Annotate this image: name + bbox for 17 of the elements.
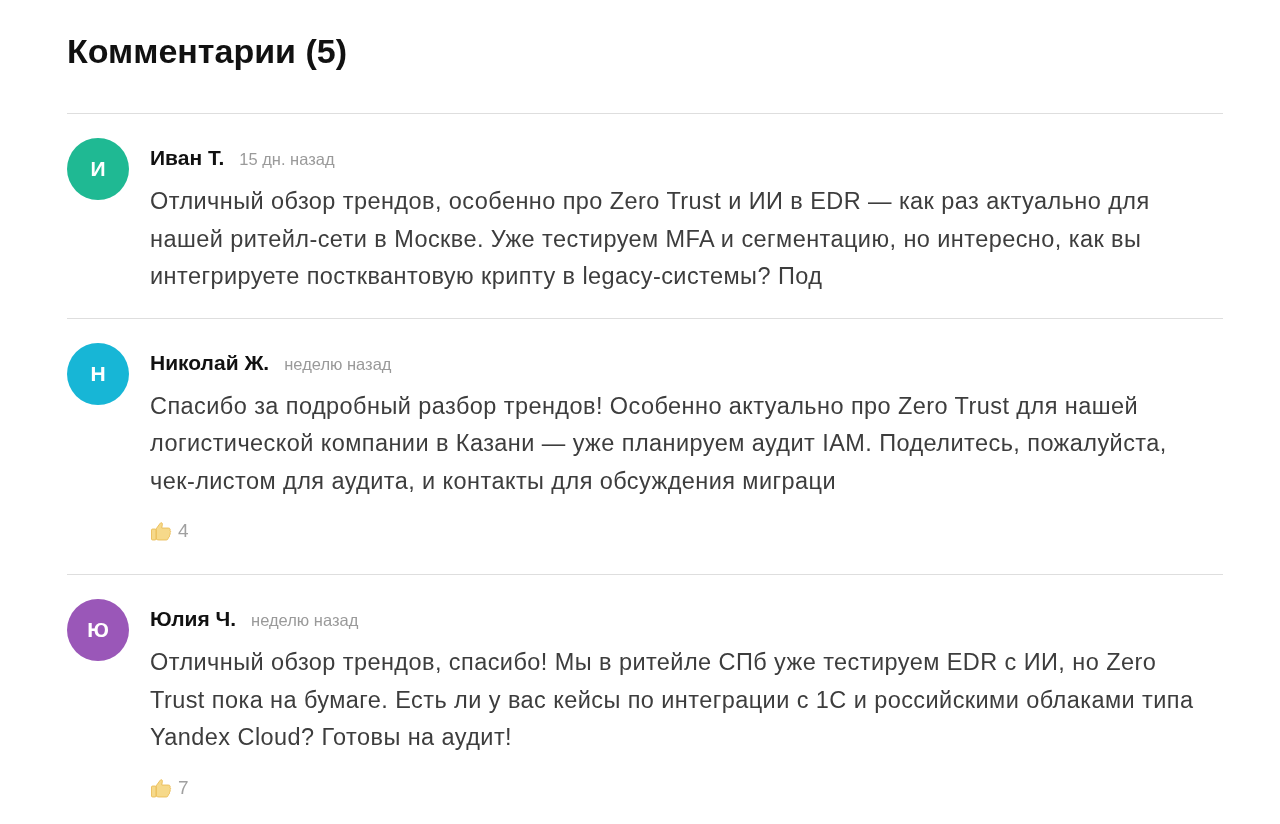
comment-time: неделю назад: [284, 353, 392, 375]
author-name: Юлия Ч.: [150, 607, 237, 631]
comment-time: 15 дн. назад: [239, 149, 335, 170]
author-name: Николай Ж.: [150, 350, 270, 375]
avatar: И: [67, 138, 129, 200]
thumbs-up-icon: [150, 520, 172, 542]
author-name: Иван Т.: [150, 146, 225, 170]
thumbs-up-icon: [150, 776, 172, 799]
section-heading: Комментарии (5): [67, 31, 347, 71]
comment-time: неделю назад: [251, 610, 359, 631]
comment-text: Спасибо за подробный разбор трендов! Особенно актуально про Zero Trust для нашей логистической компании в Казани — уже планируем аудит IAM. Поделитесь, пожалуйста, чек-листом для аудита, и контакты для обсуждения миграци: [150, 391, 1168, 496]
avatar: Ю: [67, 599, 129, 661]
comment-text: Отличный обзор трендов, особенно про Zero Trust и ИИ в EDR — как раз актуально для нашей ритейл-сети в Москве. Уже тестируем MFA и сегментацию, но интересно, как вы интегрируете постквантовую крипту в legacy-системы? Под: [150, 187, 1151, 291]
avatar: Н: [67, 342, 129, 405]
like-button[interactable]: 4: [150, 519, 189, 543]
like-button[interactable]: 7: [150, 775, 189, 800]
comment-text: Отличный обзор трендов, спасибо! Мы в ритейле СПб уже тестируем EDR с ИИ, но Zero Trust пока на бумаге. Есть ли у вас кейсы по интеграции с 1С и российскими облаками типа Yandex Cloud? Готовы на аудит!: [150, 648, 1195, 752]
